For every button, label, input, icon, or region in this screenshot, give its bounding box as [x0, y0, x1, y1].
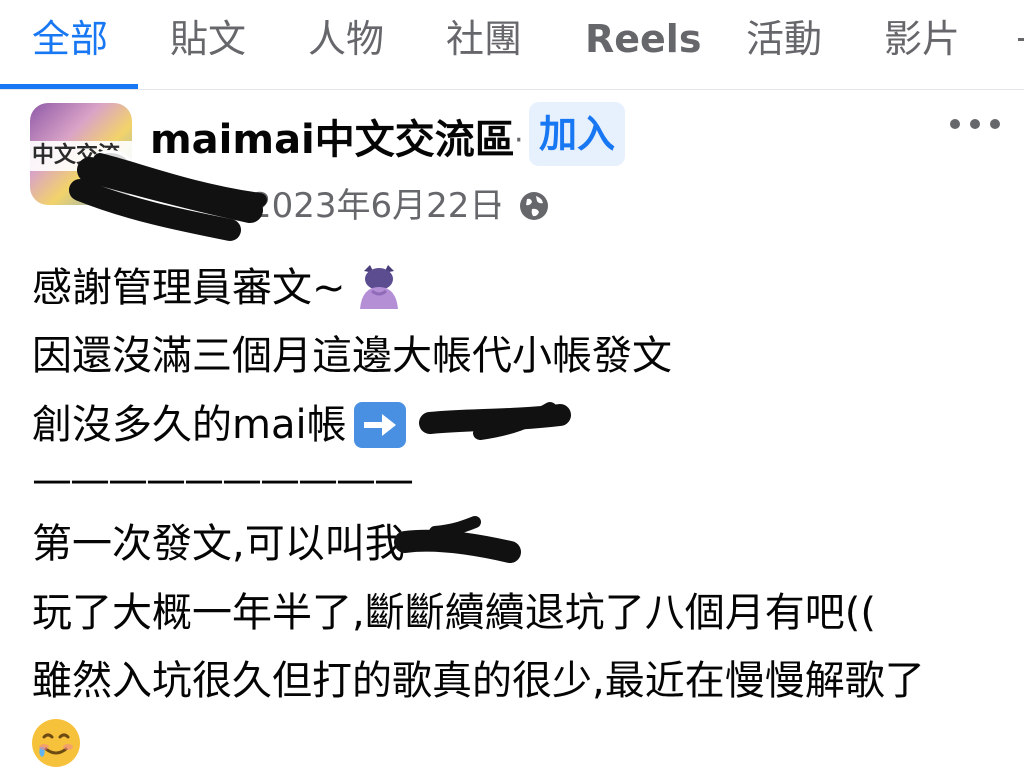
post-date[interactable]: 2023年6月22日 — [250, 184, 503, 228]
tab-groups[interactable]: 社團 — [446, 14, 522, 64]
redaction-mark — [69, 153, 267, 241]
join-group-button[interactable]: 加入 — [529, 102, 625, 166]
tab-reels[interactable]: Reels — [585, 14, 701, 64]
meta-separator: · — [494, 188, 504, 223]
post-text-line: 創沒多久的mai帳 — [32, 402, 347, 448]
tab-more-icon[interactable] — [1012, 24, 1024, 54]
tab-divider — [0, 89, 1024, 90]
person-bowing-emoji — [360, 265, 398, 309]
right-arrow-emoji — [354, 402, 406, 448]
tab-events[interactable]: 活動 — [746, 14, 822, 64]
tab-all[interactable]: 全部 — [32, 14, 108, 64]
post-text-line: 玩了大概一年半了,斷斷續續退坑了八個月有吧(( — [32, 590, 876, 636]
globe-icon — [520, 192, 548, 220]
tab-people[interactable]: 人物 — [308, 14, 384, 64]
more-options-icon[interactable] — [950, 108, 1000, 138]
redaction-mark — [394, 516, 521, 563]
name-separator: · — [514, 123, 524, 158]
post-text-line: 雖然入坑很久但打的歌真的很少,最近在慢慢解歌了 — [32, 658, 925, 704]
post-text-line: —————————— — [32, 457, 414, 503]
tab-videos[interactable]: 影片 — [884, 14, 960, 64]
redaction-mark — [419, 402, 571, 440]
smiling-face-with-tear-emoji — [32, 719, 80, 767]
post-text-line: 感謝管理員審文~ — [32, 265, 346, 311]
post-text-line: 因還沒滿三個月這邊大帳代小帳發文 — [32, 333, 672, 379]
post-text-line: 第一次發文,可以叫我 — [32, 521, 405, 567]
search-tab-bar: 全部 貼文 人物 社團 Reels 活動 影片 — [0, 0, 1024, 90]
tab-posts[interactable]: 貼文 — [170, 14, 246, 64]
